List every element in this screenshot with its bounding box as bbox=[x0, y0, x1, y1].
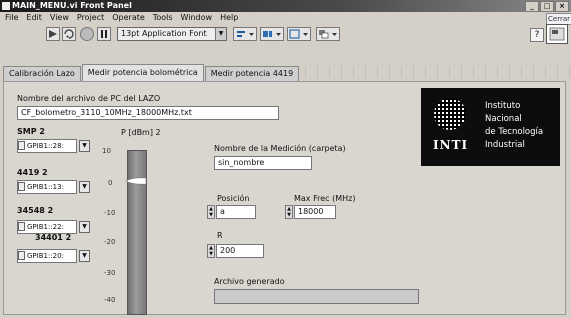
dmm34401-address-value: GPIB1::20: bbox=[17, 249, 77, 263]
visa-icon bbox=[18, 182, 25, 191]
filename-label: Nombre del archivo de PC del LAZO bbox=[17, 94, 161, 103]
inti-logo: INTI Instituto Nacional de Tecnología In… bbox=[421, 88, 560, 166]
dmm34548-address-value: GPIB1::22: bbox=[17, 220, 77, 234]
maxfreq-stepper[interactable]: ▲ ▼ bbox=[285, 205, 293, 219]
align-objects-icon[interactable] bbox=[233, 27, 257, 41]
inti-emblem-grid bbox=[434, 98, 466, 130]
dmm34548-label: 34548 2 bbox=[17, 206, 54, 215]
app-icon bbox=[2, 2, 10, 10]
tab-medir-potencia-bolometrica[interactable]: Medir potencia bolométrica bbox=[81, 64, 204, 82]
logo-institution: Instituto Nacional de Tecnología Industr… bbox=[485, 100, 543, 152]
ruler-strip bbox=[305, 66, 571, 78]
r-stepper[interactable]: ▲ ▼ bbox=[207, 244, 215, 258]
menu-view[interactable]: View bbox=[47, 12, 72, 24]
close-button[interactable]: × bbox=[555, 1, 569, 12]
meter-tick: -40 bbox=[104, 296, 116, 304]
toolbar: 13pt Application Font ▼ bbox=[0, 25, 571, 43]
chevron-down-icon: ▼ bbox=[215, 28, 226, 40]
posicion-input[interactable]: a bbox=[216, 205, 256, 219]
labview-window: MAIN_MENU.vi Front Panel _ □ × File Edit… bbox=[0, 0, 571, 318]
filename-input[interactable]: CF_bolometro_3110_10MHz_18000MHz.txt bbox=[17, 106, 279, 120]
smp-address-select[interactable]: GPIB1::28: ▼ bbox=[17, 139, 91, 155]
meter-label: P [dBm] 2 bbox=[121, 128, 161, 137]
context-help-icon[interactable]: ? bbox=[530, 28, 544, 42]
visa-icon bbox=[18, 222, 25, 231]
meter-tick: 0 bbox=[108, 179, 113, 187]
font-select-value: 13pt Application Font bbox=[121, 29, 207, 38]
abort-icon[interactable] bbox=[80, 27, 94, 41]
pm4419-address-select[interactable]: GPIB1::13: ▼ bbox=[17, 180, 91, 196]
pm4419-address-value: GPIB1::13: bbox=[17, 180, 77, 194]
logo-line: de Tecnología bbox=[485, 127, 544, 137]
maxfreq-input[interactable]: 18000 bbox=[294, 205, 336, 219]
visa-icon bbox=[18, 141, 25, 150]
chevron-down-icon[interactable]: ▼ bbox=[79, 250, 90, 262]
font-select[interactable]: 13pt Application Font ▼ bbox=[117, 27, 227, 41]
tab-calibracion-lazo[interactable]: Calibración Lazo bbox=[3, 66, 81, 82]
resize-objects-icon[interactable] bbox=[287, 27, 311, 41]
vi-icon bbox=[546, 24, 568, 44]
dmm34401-address-select[interactable]: GPIB1::20: ▼ bbox=[17, 249, 91, 265]
chevron-down-icon[interactable]: ▼ bbox=[79, 140, 90, 152]
tab-bar: Calibración Lazo Medir potencia bolométr… bbox=[3, 64, 300, 82]
menu-help[interactable]: Help bbox=[217, 12, 241, 24]
window-title: MAIN_MENU.vi Front Panel bbox=[12, 1, 132, 10]
logo-line: Nacional bbox=[485, 114, 522, 124]
title-bar: MAIN_MENU.vi Front Panel _ □ × bbox=[0, 0, 571, 12]
menu-file[interactable]: File bbox=[2, 12, 21, 24]
posicion-stepper[interactable]: ▲ ▼ bbox=[207, 205, 215, 219]
archivo-generado-label: Archivo generado bbox=[214, 277, 285, 286]
meter-level-indicator bbox=[125, 177, 147, 185]
smp-address-value: GPIB1::28: bbox=[17, 139, 77, 153]
menu-project[interactable]: Project bbox=[74, 12, 107, 24]
run-continuously-icon[interactable] bbox=[62, 27, 76, 41]
chevron-down-icon[interactable]: ▼ bbox=[79, 181, 90, 193]
meter-tick: 10 bbox=[102, 147, 111, 155]
menu-window[interactable]: Window bbox=[178, 12, 216, 24]
visa-icon bbox=[18, 251, 25, 260]
minimize-button[interactable]: _ bbox=[525, 1, 539, 12]
dmm34401-label: 34401 2 bbox=[35, 233, 72, 242]
menu-operate[interactable]: Operate bbox=[109, 12, 148, 24]
menu-bar: File Edit View Project Operate Tools Win… bbox=[0, 12, 571, 25]
pm4419-label: 4419 2 bbox=[17, 168, 48, 177]
maxfreq-label: Max Frec (MHz) bbox=[294, 194, 356, 203]
logo-brand: INTI bbox=[433, 138, 469, 152]
measurement-name-input[interactable]: sin_nombre bbox=[214, 156, 312, 170]
window-controls: _ □ × bbox=[525, 1, 569, 12]
posicion-label: Posición bbox=[217, 194, 250, 203]
menu-edit[interactable]: Edit bbox=[23, 12, 45, 24]
logo-line: Instituto bbox=[485, 101, 521, 111]
measurement-name-label: Nombre de la Medición (carpeta) bbox=[214, 144, 346, 153]
logo-line: Industrial bbox=[485, 140, 525, 150]
archivo-generado-display bbox=[214, 289, 419, 304]
smp-label: SMP 2 bbox=[17, 127, 45, 136]
meter-tick: -30 bbox=[104, 269, 116, 277]
r-label: R bbox=[217, 231, 223, 240]
reorder-icon[interactable] bbox=[316, 27, 340, 41]
meter-tick: -20 bbox=[104, 238, 116, 246]
pause-icon[interactable] bbox=[97, 27, 111, 41]
r-input[interactable]: 200 bbox=[216, 244, 264, 258]
power-meter-tank bbox=[127, 150, 147, 315]
distribute-objects-icon[interactable] bbox=[260, 27, 284, 41]
run-arrow-icon[interactable] bbox=[46, 27, 60, 41]
meter-tick: -10 bbox=[104, 209, 116, 217]
tab-medir-potencia-4419[interactable]: Medir potencia 4419 bbox=[204, 66, 300, 82]
menu-tools[interactable]: Tools bbox=[150, 12, 176, 24]
chevron-down-icon[interactable]: ▼ bbox=[79, 221, 90, 233]
maximize-button[interactable]: □ bbox=[540, 1, 554, 12]
